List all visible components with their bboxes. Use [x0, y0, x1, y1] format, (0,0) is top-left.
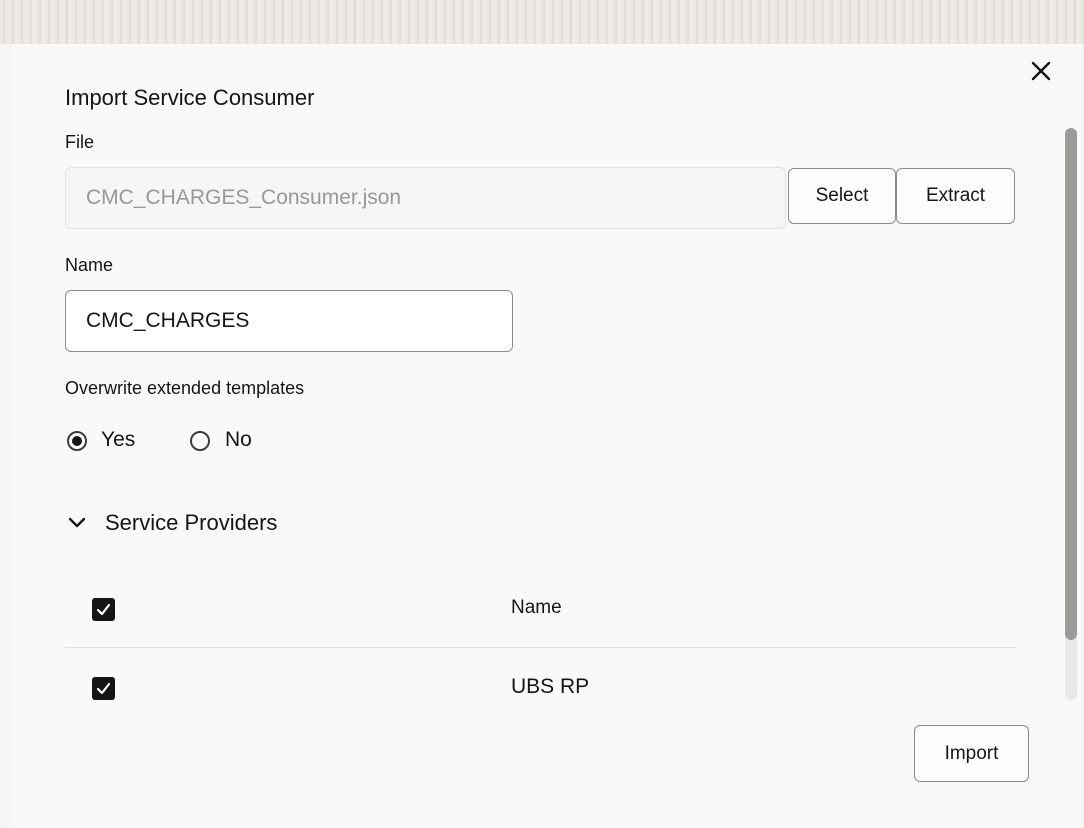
- provider-name-cell: UBS RP: [511, 675, 590, 698]
- checkmark-icon: [96, 682, 111, 695]
- overwrite-yes-label: Yes: [101, 428, 136, 451]
- overwrite-no-label: No: [225, 428, 252, 451]
- extract-button[interactable]: Extract: [896, 168, 1015, 224]
- close-icon: [1031, 61, 1051, 81]
- background-overlay: [0, 0, 1084, 44]
- chevron-down-icon[interactable]: [67, 513, 87, 533]
- import-button[interactable]: Import: [914, 725, 1029, 782]
- row-checkbox[interactable]: [92, 677, 115, 700]
- overwrite-no-radio[interactable]: [190, 431, 210, 451]
- dialog-title: Import Service Consumer: [65, 85, 315, 110]
- table-row-divider: [65, 647, 1016, 648]
- import-service-consumer-dialog: Import Service Consumer File CMC_CHARGES…: [12, 44, 1082, 828]
- overwrite-label: Overwrite extended templates: [65, 378, 305, 398]
- close-button[interactable]: [1028, 58, 1054, 84]
- name-input[interactable]: CMC_CHARGES: [65, 290, 513, 352]
- select-all-checkbox[interactable]: [92, 598, 115, 621]
- file-label: File: [65, 132, 95, 152]
- scrollbar-thumb[interactable]: [1065, 128, 1077, 640]
- checkmark-icon: [96, 603, 111, 616]
- name-label: Name: [65, 255, 114, 275]
- service-providers-toggle[interactable]: Service Providers: [105, 510, 277, 536]
- overwrite-yes-radio[interactable]: [67, 431, 87, 451]
- name-column-header: Name: [511, 597, 562, 618]
- file-name-field: CMC_CHARGES_Consumer.json: [65, 167, 786, 229]
- select-button[interactable]: Select: [788, 168, 896, 224]
